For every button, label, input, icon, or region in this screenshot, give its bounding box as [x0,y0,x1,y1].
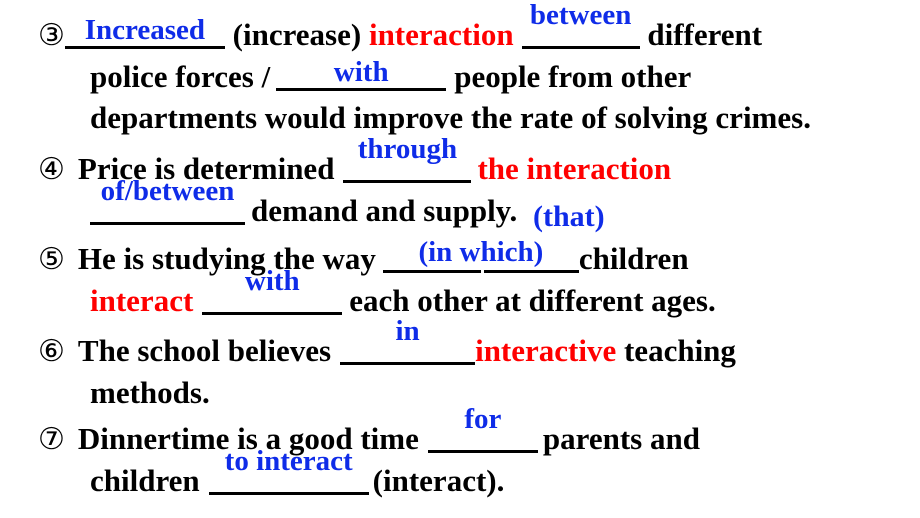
item-5-line-1-tail: children [578,241,689,276]
item-4-line-2-tail: demand and supply. [251,193,518,228]
item-6-line-1-tail: teaching [616,333,736,368]
item-7-line-1: ⑦ Dinnertime is a good time for parents a… [38,405,700,460]
item-7-line-2-tail: (interact). [372,463,505,498]
blank-between[interactable]: between [521,1,640,49]
keyword-interactive: interactive [475,333,617,368]
item-7-line-1-tail: parents and [542,421,700,456]
item-6-line-2-text: methods. [90,375,210,410]
worksheet-page: ③ Increased (increase) interaction betwe… [0,0,920,518]
item-3-line-2-tail: people from other [454,59,692,94]
item-3-cue-increase: (increase) [224,17,369,52]
item-6-line-2: methods. [38,372,736,413]
blank-with-2[interactable]: with [202,267,343,315]
blank-of-between[interactable]: of/between [90,177,245,225]
exercise-item-6: ⑥ The school believes in interactive teac… [38,317,736,413]
answer-to-interact: to interact [224,445,353,477]
blank-to-interact[interactable]: to interact [208,447,369,495]
answer-of-between: of/between [100,175,235,207]
answer-increased: Increased [84,14,206,46]
answer-with-2: with [244,265,300,297]
item-marker-4: ④ [38,153,65,186]
item-5-line-2-tail: each other at different ages. [349,283,716,318]
item-7-line-2: children to interact (interact). [38,447,700,501]
answer-that: (that) [533,200,605,233]
answer-in: in [395,315,420,347]
answer-between: between [529,0,632,31]
keyword-interaction: interaction [368,17,514,52]
item-marker-5: ⑤ [38,243,65,276]
answer-for: for [464,403,502,435]
item-marker-3: ③ [38,19,65,52]
keyword-interact: interact [90,283,194,318]
blank-gap-divider [480,270,484,273]
item-6-line-1-head: The school believes [77,333,332,368]
item-marker-6: ⑥ [38,335,65,368]
answer-in-which: (in which) [418,236,544,268]
blank-in-which[interactable]: (in which) [382,236,579,273]
item-3-line-1: ③ Increased (increase) interaction betwe… [38,1,811,56]
answer-through: through [357,133,458,165]
exercise-item-5: ⑤ He is studying the way (in which) child… [38,238,716,321]
item-3-line-3: departments would improve the rate of so… [38,97,811,138]
item-5-line-1: ⑤ He is studying the way (in which) child… [38,238,716,280]
blank-in[interactable]: in [340,317,476,365]
item-5-line-2: interact with each other at different ag… [38,267,716,321]
blank-with-1[interactable]: with [276,56,447,91]
blank-for[interactable]: for [427,405,538,453]
keyword-the-interaction: the interaction [477,151,672,186]
exercise-item-3: ③ Increased (increase) interaction betwe… [38,1,811,138]
item-7-line-2-head: children [90,463,200,498]
item-3-line-3-text: departments would improve the rate of so… [90,100,811,135]
item-3-line-2: police forces / with people from other [38,56,811,97]
answer-with-1: with [333,56,389,88]
exercise-item-4: ④ Price is determined through the interac… [38,135,672,233]
item-6-line-1: ⑥ The school believes in interactive teac… [38,317,736,372]
item-marker-7: ⑦ [38,423,65,456]
exercise-item-7: ⑦ Dinnertime is a good time for parents a… [38,405,700,501]
item-3-line-2-head: police forces / [90,59,271,94]
item-5-line-1-head: He is studying the way [77,241,376,276]
item-3-line-1-tail: different [639,17,763,52]
blank-through[interactable]: through [343,135,472,183]
blank-increased[interactable]: Increased [64,14,225,49]
